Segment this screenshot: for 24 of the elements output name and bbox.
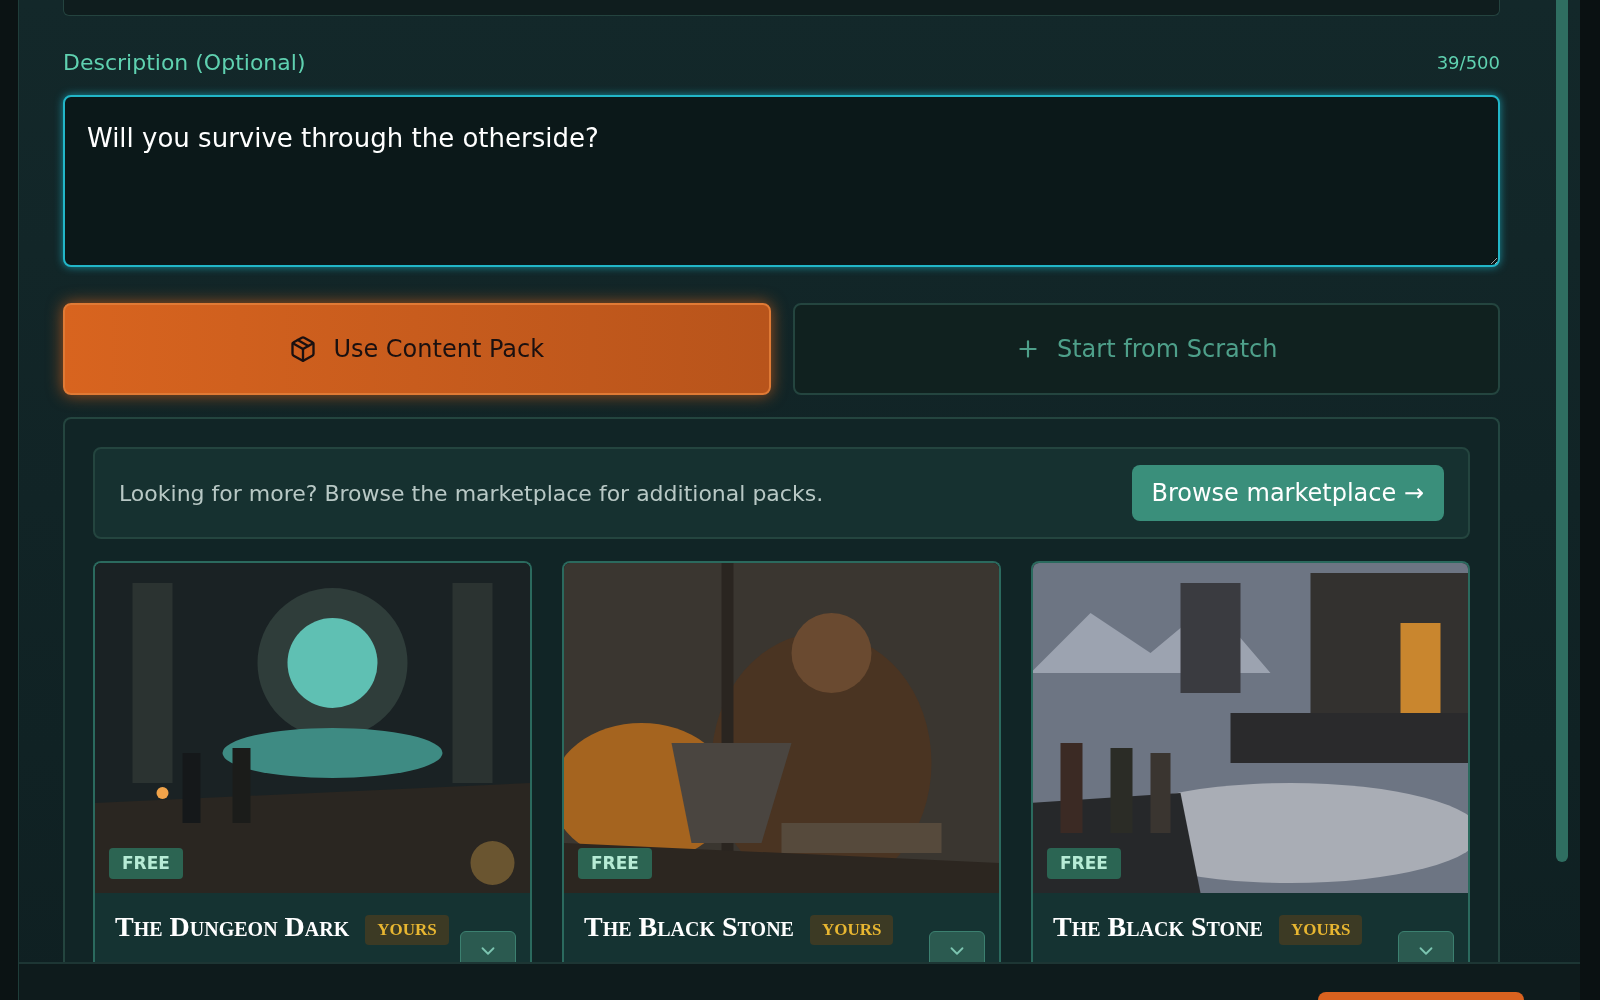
owned-badge: YOURS xyxy=(809,915,894,945)
free-badge: FREE xyxy=(109,847,183,879)
field-label: Description (Optional) xyxy=(63,49,306,77)
pack-card[interactable]: FREE The Dungeon Dark YOURS xyxy=(93,561,532,962)
mode-button[interactable]: Use Content Pack xyxy=(63,303,771,395)
free-badge: FREE xyxy=(1047,847,1121,879)
description-field[interactable]: Will you survive through the otherside? xyxy=(63,95,1500,267)
scrollbar-thumb[interactable] xyxy=(1556,0,1568,862)
pack-title: The Black Stone xyxy=(584,913,794,941)
browse-marketplace-button[interactable]: Browse marketplace → xyxy=(1131,465,1444,521)
pack-card[interactable]: FREE The Black Stone YOURS xyxy=(1031,561,1470,962)
character-counter: 39/500 xyxy=(1436,51,1500,75)
expand-button[interactable] xyxy=(460,931,516,962)
owned-badge: YOURS xyxy=(365,915,449,945)
expand-button[interactable] xyxy=(1398,931,1454,962)
pack-card[interactable]: FREE The Black Stone YOURS xyxy=(562,561,1001,962)
mode-button[interactable]: Start from Scratch xyxy=(792,303,1500,395)
cube-icon xyxy=(289,335,318,363)
expand-button[interactable] xyxy=(929,931,985,962)
pack-title: The Dungeon Dark xyxy=(115,913,350,941)
pack-title: The Black Stone xyxy=(1053,913,1263,941)
marketplace-hint: Looking for more? Browse the marketplace for additional packs. xyxy=(119,479,824,508)
free-badge: FREE xyxy=(578,847,652,879)
owned-badge: YOURS xyxy=(1278,915,1363,945)
